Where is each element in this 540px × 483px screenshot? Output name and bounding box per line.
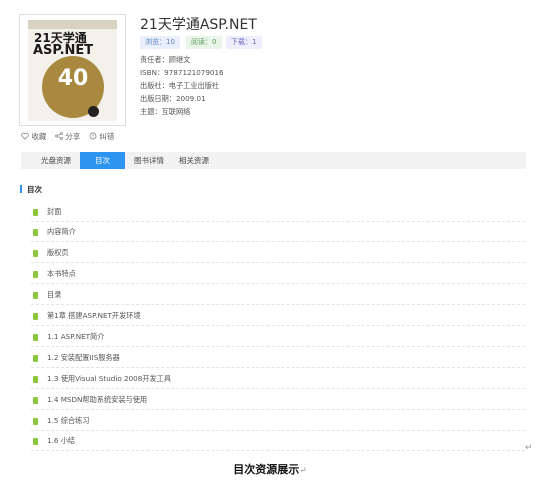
document-icon bbox=[33, 313, 38, 320]
toc-item-label: 1.3 使用Visual Studio 2008开发工具 bbox=[47, 374, 172, 383]
document-icon bbox=[33, 292, 38, 299]
toc-item-label: 本书特点 bbox=[47, 269, 76, 278]
document-icon bbox=[33, 229, 38, 236]
figure-caption-text: 目次资源展示 bbox=[233, 463, 300, 476]
toc-item[interactable]: 1.6 小结 bbox=[31, 431, 525, 451]
toc-item-label: 1.1 ASP.NET简介 bbox=[47, 332, 105, 341]
document-icon bbox=[33, 250, 38, 257]
toc-item[interactable]: 内容简介 bbox=[31, 222, 525, 242]
toc-item[interactable]: 版权页 bbox=[31, 243, 525, 263]
report-error-label: 纠错 bbox=[99, 132, 115, 141]
document-icon bbox=[33, 438, 38, 445]
toc-item[interactable]: 1.4 MSDN帮助系统安装与使用 bbox=[31, 390, 525, 410]
share-label: 分享 bbox=[65, 132, 81, 141]
meta-publisher: 出版社：电子工业出版社 bbox=[140, 81, 220, 90]
toc-item-label: 内容简介 bbox=[47, 227, 76, 236]
toc-item-label: 1.2 安装配置IIS服务器 bbox=[47, 353, 120, 362]
report-error-action[interactable]: 纠错 bbox=[89, 131, 114, 142]
toc-item-label: 封面 bbox=[47, 207, 62, 216]
meta-subject: 主题：互联网络 bbox=[140, 107, 191, 116]
toc-item[interactable]: 本书特点 bbox=[31, 264, 525, 284]
toc-item-label: 1.4 MSDN帮助系统安装与使用 bbox=[47, 395, 148, 404]
toc-item[interactable]: 目录 bbox=[31, 285, 525, 305]
toc-item-label: 1.6 小结 bbox=[47, 436, 76, 445]
download-count-badge: 下载：1 bbox=[226, 36, 262, 49]
heart-icon bbox=[21, 132, 29, 140]
caption-paragraph-mark: ↵ bbox=[299, 466, 307, 476]
read-count-badge: 阅读：0 bbox=[186, 36, 222, 49]
view-count-badge: 浏览：10 bbox=[140, 36, 180, 49]
tab-related-resources[interactable]: 相关资源 bbox=[171, 152, 217, 169]
document-icon bbox=[33, 209, 38, 216]
book-title: 21天学通ASP.NET bbox=[140, 17, 257, 33]
meta-author: 责任者：顾继文 bbox=[140, 55, 191, 64]
document-icon bbox=[33, 376, 38, 383]
toc-heading-label: 目次 bbox=[27, 185, 42, 194]
tab-cd-resources[interactable]: 光盘资源 bbox=[32, 152, 80, 169]
document-icon bbox=[33, 271, 38, 278]
share-action[interactable]: 分享 bbox=[55, 131, 80, 142]
toc-item-label: 1.5 综合练习 bbox=[47, 416, 90, 425]
toc-item-label: 版权页 bbox=[47, 248, 69, 257]
document-icon bbox=[33, 355, 38, 362]
book-cover: 21天学通 ASP.NET 40 bbox=[19, 14, 126, 126]
meta-pub-date: 出版日期：2009.01 bbox=[140, 94, 206, 103]
document-icon bbox=[33, 397, 38, 404]
toc-item-label: 第1章 搭建ASP.NET开发环境 bbox=[47, 311, 141, 320]
error-report-icon bbox=[89, 132, 97, 140]
cover-number: 40 bbox=[57, 66, 89, 91]
toc-item-label: 目录 bbox=[47, 290, 62, 299]
toc-item[interactable]: 1.1 ASP.NET简介 bbox=[31, 327, 525, 347]
cover-title-line2: ASP.NET bbox=[33, 43, 94, 58]
toc-item[interactable]: 封面 bbox=[31, 202, 525, 222]
tab-toc[interactable]: 目次 bbox=[80, 152, 125, 169]
meta-isbn: ISBN：9787121079016 bbox=[140, 68, 224, 77]
figure-caption: 目次资源展示↵ bbox=[0, 461, 540, 477]
document-icon bbox=[33, 418, 38, 425]
favorite-label: 收藏 bbox=[31, 132, 47, 141]
toc-item[interactable]: 1.5 综合练习 bbox=[31, 411, 525, 431]
favorite-action[interactable]: 收藏 bbox=[21, 131, 46, 142]
document-icon bbox=[33, 334, 38, 341]
toc-item[interactable]: 1.2 安装配置IIS服务器 bbox=[31, 348, 525, 368]
toc-item[interactable]: 第1章 搭建ASP.NET开发环境 bbox=[31, 306, 525, 326]
share-icon bbox=[55, 132, 63, 140]
tab-book-details[interactable]: 图书详情 bbox=[127, 152, 171, 169]
toc-item[interactable]: 1.3 使用Visual Studio 2008开发工具 bbox=[31, 369, 525, 389]
paragraph-mark: ↵ bbox=[525, 443, 533, 453]
